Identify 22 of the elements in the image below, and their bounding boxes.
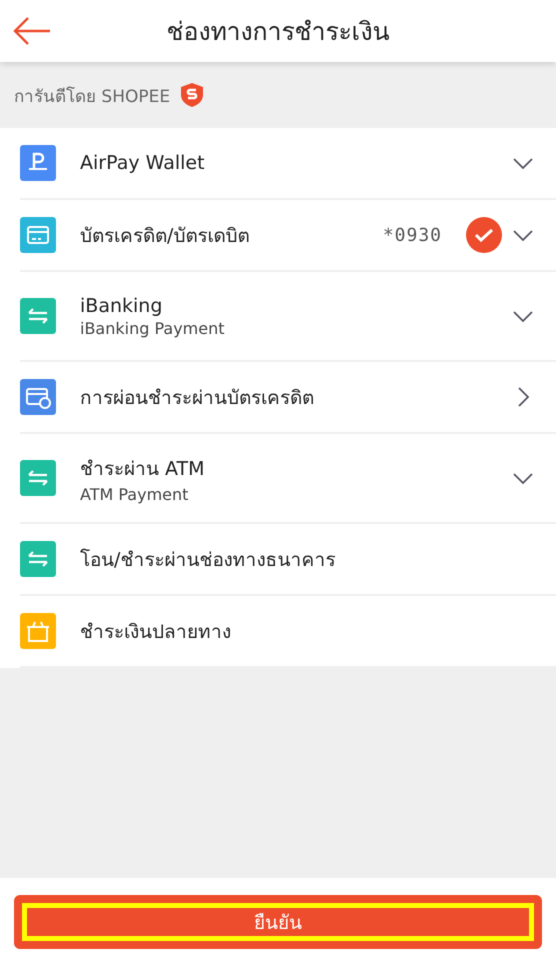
- payment-method-row[interactable]: iBanking iBanking Payment: [20, 272, 556, 362]
- method-name: ชำระผ่าน ATM: [80, 456, 206, 482]
- guarantee-text: การันตีโดย SHOPEE: [14, 86, 170, 108]
- method-subtitle: ATM Payment: [80, 484, 190, 504]
- shield-icon: [180, 82, 204, 108]
- payment-method-row[interactable]: โอน/ชำระผ่านช่องทางธนาคาร: [20, 524, 556, 596]
- payment-method-row[interactable]: บัตรเครดิต/บัตรเดบิต *0930: [20, 200, 556, 272]
- method-name: AirPay Wallet: [80, 152, 206, 174]
- confirm-button[interactable]: ยืนยัน: [14, 894, 542, 948]
- payment-method-row[interactable]: ชำระผ่าน ATM ATM Payment: [20, 434, 556, 524]
- method-name: บัตรเครดิต/บัตรเดบิต: [80, 224, 250, 249]
- method-name: iBanking: [80, 294, 164, 316]
- method-name: ชำระเงินปลายทาง: [80, 620, 232, 645]
- method-name: การผ่อนชำระผ่านบัตรเครดิต: [80, 386, 315, 411]
- payment-method-row[interactable]: AirPay Wallet: [20, 128, 556, 200]
- method-name: โอน/ชำระผ่านช่องทางธนาคาร: [80, 548, 336, 573]
- back-button[interactable]: [12, 16, 52, 46]
- method-subtitle: iBanking Payment: [80, 318, 226, 338]
- page-title: ช่องทางการชำระเงิน: [166, 16, 390, 48]
- card-number: *0930: [382, 224, 442, 246]
- payment-method-row[interactable]: การผ่อนชำระผ่านบัตรเครดิต: [20, 362, 556, 434]
- payment-method-row[interactable]: ชำระเงินปลายทาง: [20, 596, 556, 668]
